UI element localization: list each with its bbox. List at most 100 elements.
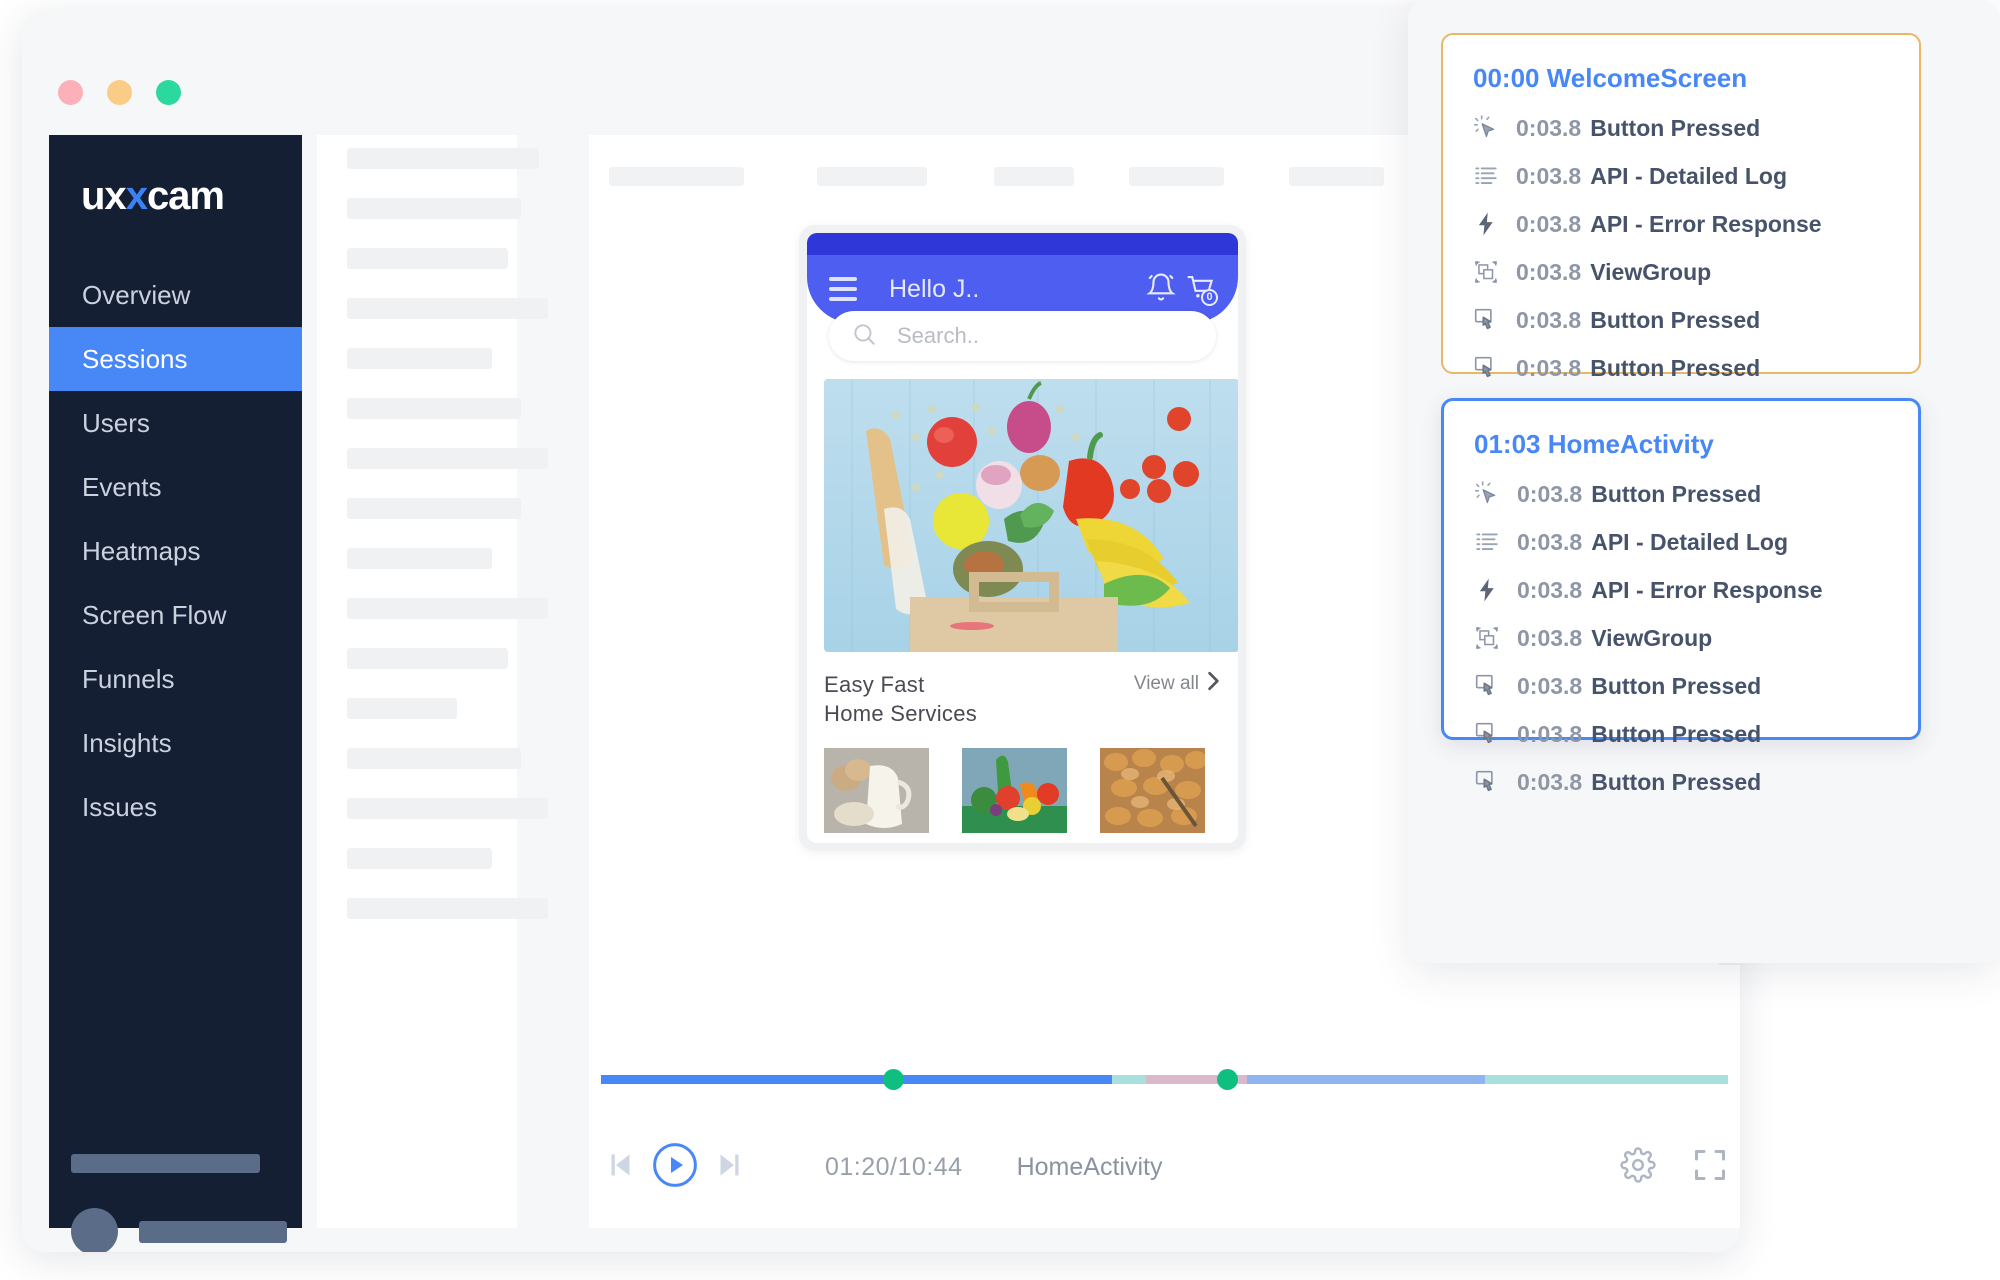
- header-skeleton: [1289, 167, 1384, 186]
- fullscreen-icon[interactable]: [1692, 1147, 1728, 1188]
- timeline-marker[interactable]: [1217, 1069, 1238, 1090]
- skeleton-row: [347, 198, 521, 219]
- hamburger-menu-icon[interactable]: [829, 277, 857, 301]
- event-label: Button Pressed: [1590, 307, 1760, 334]
- event-row[interactable]: 0:03.8 Button Pressed: [1443, 344, 1919, 392]
- event-time: 0:03.8: [1516, 259, 1581, 286]
- logo-prefix: ux: [81, 174, 126, 218]
- category-item[interactable]: Fruits and Veggies(2): [962, 748, 1067, 843]
- sidebar-item-insights[interactable]: Insights: [49, 711, 302, 775]
- skip-next-icon[interactable]: [713, 1147, 749, 1188]
- event-label: Button Pressed: [1591, 721, 1761, 748]
- phone-greeting: Hello J..: [889, 275, 979, 304]
- event-card-homeactivity[interactable]: 01:03 HomeActivity 0:03.8 Button Pressed: [1441, 398, 1921, 740]
- skeleton-row: [347, 298, 548, 319]
- error-bolt-icon: [1474, 577, 1500, 603]
- header-skeleton: [994, 167, 1074, 186]
- close-dot[interactable]: [58, 80, 83, 105]
- category-item[interactable]: Bakery Products(2): [1100, 748, 1205, 843]
- event-row[interactable]: 0:03.8 Button Pressed: [1443, 296, 1919, 344]
- event-row[interactable]: 0:03.8 ViewGroup: [1444, 614, 1918, 662]
- minimize-dot[interactable]: [107, 80, 132, 105]
- event-time: 0:03.8: [1516, 307, 1581, 334]
- view-all-label: View all: [1134, 673, 1199, 695]
- gear-icon[interactable]: [1620, 1147, 1656, 1188]
- skip-previous-icon[interactable]: [601, 1147, 637, 1188]
- event-time: 0:03.8: [1517, 625, 1582, 652]
- skeleton-row: [347, 598, 548, 619]
- sidebar-item-sessions[interactable]: Sessions: [49, 327, 302, 391]
- phone-screen: Hello J..: [807, 233, 1238, 843]
- header-skeleton: [1129, 167, 1224, 186]
- skeleton-row: [347, 698, 457, 719]
- maximize-dot[interactable]: [156, 80, 181, 105]
- timeline-segment: [1247, 1075, 1485, 1084]
- sidebar-item-screen-flow[interactable]: Screen Flow: [49, 583, 302, 647]
- notification-bell-icon[interactable]: [1146, 272, 1176, 307]
- screenshot-root: uxxcam Overview Sessions Users Events He…: [0, 0, 2000, 1280]
- category-item[interactable]: Dairy, Cheese & Eggs(2): [824, 748, 929, 843]
- event-label: Button Pressed: [1590, 115, 1760, 142]
- tap-icon: [1473, 355, 1499, 381]
- skeleton-row: [347, 348, 492, 369]
- sidebar-item-label: Overview: [82, 280, 190, 311]
- phone-search-placeholder: Search..: [897, 323, 979, 349]
- event-row[interactable]: 0:03.8 API - Error Response: [1444, 566, 1918, 614]
- event-row[interactable]: 0:03.8 API - Detailed Log: [1443, 152, 1919, 200]
- skeleton-row: [347, 248, 508, 269]
- uxcam-logo: uxxcam: [81, 175, 224, 217]
- play-button[interactable]: [651, 1141, 699, 1194]
- sidebar-item-funnels[interactable]: Funnels: [49, 647, 302, 711]
- event-row[interactable]: 0:03.8 Button Pressed: [1444, 470, 1918, 518]
- sidebar-item-issues[interactable]: Issues: [49, 775, 302, 839]
- click-cursor-icon: [1473, 115, 1499, 141]
- event-time: 0:03.8: [1517, 769, 1582, 796]
- event-label: ViewGroup: [1591, 625, 1712, 652]
- error-bolt-icon: [1473, 211, 1499, 237]
- tap-icon: [1473, 307, 1499, 333]
- category-image-dairy: [824, 748, 929, 833]
- timeline-segment: [1485, 1075, 1728, 1084]
- skeleton-row: [347, 498, 521, 519]
- event-time: 0:03.8: [1516, 211, 1581, 238]
- event-row[interactable]: 0:03.8 Button Pressed: [1444, 758, 1918, 806]
- skeleton-row: [347, 898, 548, 919]
- sidebar-item-label: Screen Flow: [82, 600, 227, 631]
- event-row[interactable]: 0:03.8 API - Error Response: [1443, 200, 1919, 248]
- event-label: API - Error Response: [1591, 577, 1822, 604]
- section-header: Easy Fast Home Services View all: [824, 671, 1221, 728]
- sidebar-item-events[interactable]: Events: [49, 455, 302, 519]
- sidebar-item-heatmaps[interactable]: Heatmaps: [49, 519, 302, 583]
- phone-preview: Hello J..: [799, 225, 1246, 851]
- skeleton-row: [347, 798, 548, 819]
- sidebar-item-users[interactable]: Users: [49, 391, 302, 455]
- sidebar-nav: Overview Sessions Users Events Heatmaps …: [49, 263, 302, 839]
- event-card-welcomescreen[interactable]: 00:00 WelcomeScreen 0:03.8 Button Presse…: [1441, 33, 1921, 374]
- event-time: 0:03.8: [1517, 721, 1582, 748]
- playback-timeline[interactable]: [601, 1075, 1728, 1084]
- event-row[interactable]: 0:03.8 ViewGroup: [1443, 248, 1919, 296]
- player-right-controls: [1620, 1147, 1728, 1188]
- event-time: 0:03.8: [1516, 163, 1581, 190]
- logo-suffix: cam: [147, 174, 224, 218]
- category-row-1: Dairy, Cheese & Eggs(2): [824, 748, 1221, 843]
- timeline-marker[interactable]: [883, 1069, 904, 1090]
- sidebar-item-overview[interactable]: Overview: [49, 263, 302, 327]
- section-title-line1: Easy Fast: [824, 671, 977, 700]
- click-cursor-icon: [1474, 481, 1500, 507]
- sidebar-avatar-placeholder: [71, 1208, 118, 1252]
- skeleton-row: [347, 548, 492, 569]
- event-row[interactable]: 0:03.8 Button Pressed: [1444, 662, 1918, 710]
- detailed-log-icon: [1473, 163, 1499, 189]
- timeline-segment: [893, 1075, 1112, 1084]
- event-row[interactable]: 0:03.8 API - Detailed Log: [1444, 518, 1918, 566]
- view-all-link[interactable]: View all: [1134, 671, 1221, 697]
- event-card-title: 01:03 HomeActivity: [1444, 429, 1918, 460]
- event-row[interactable]: 0:03.8 Button Pressed: [1443, 104, 1919, 152]
- shopping-cart-icon[interactable]: 0: [1186, 272, 1216, 307]
- skeleton-row: [347, 648, 508, 669]
- cart-badge: 0: [1201, 289, 1218, 306]
- event-row[interactable]: 0:03.8 Button Pressed: [1444, 710, 1918, 758]
- logo-accent-x: x: [126, 174, 147, 218]
- phone-search-bar[interactable]: Search..: [829, 311, 1216, 361]
